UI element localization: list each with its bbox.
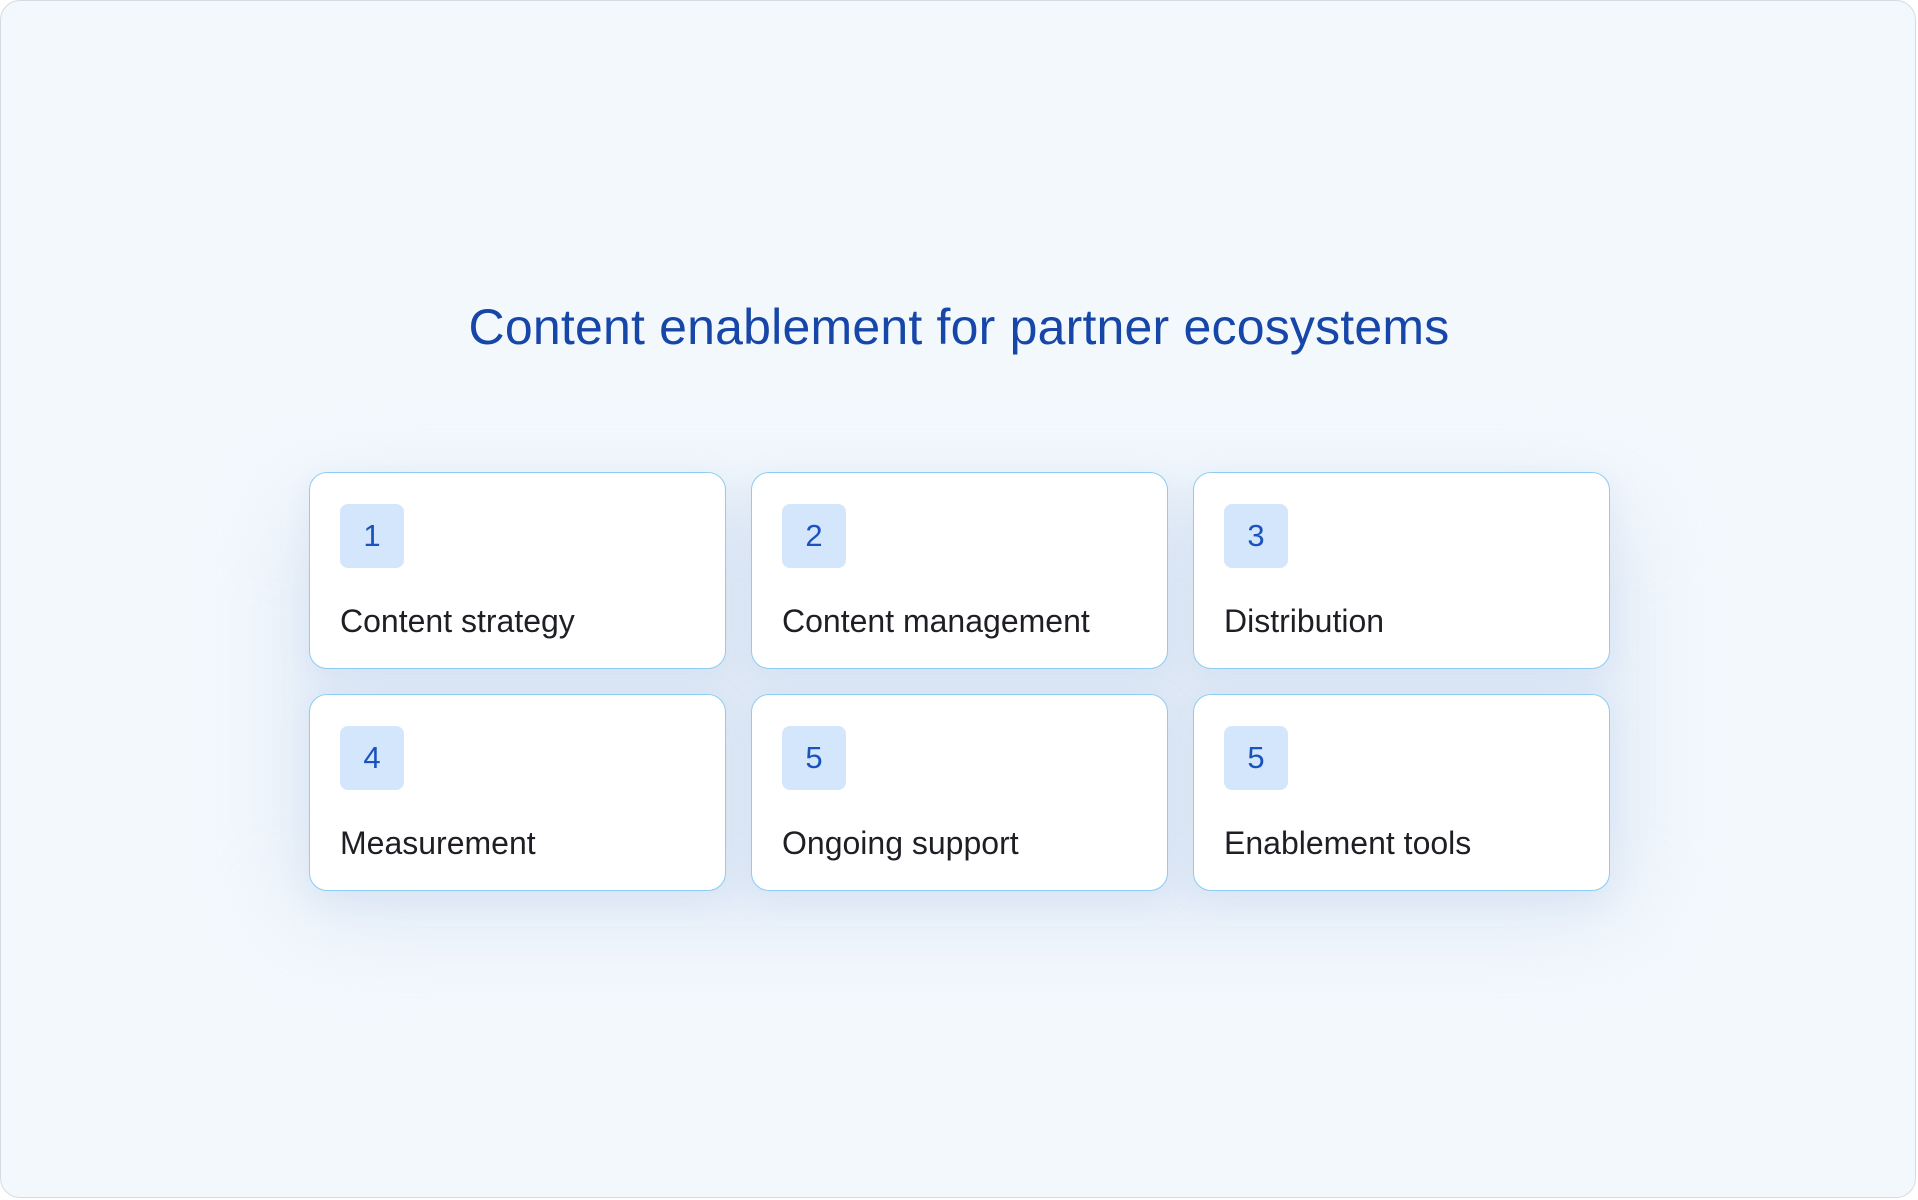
card-label: Content management: [782, 603, 1090, 639]
card-distribution: 3 Distribution: [1193, 472, 1610, 669]
page-title: Content enablement for partner ecosystem…: [468, 299, 1450, 355]
card-ongoing-support: 5 Ongoing support: [751, 694, 1168, 891]
slide-frame: Content enablement for partner ecosystem…: [0, 0, 1916, 1198]
card-number-badge: 4: [340, 726, 404, 790]
card-number-badge: 5: [782, 726, 846, 790]
card-content-strategy: 1 Content strategy: [309, 472, 726, 669]
card-label: Measurement: [340, 825, 536, 861]
card-content-management: 2 Content management: [751, 472, 1168, 669]
card-label: Ongoing support: [782, 825, 1019, 861]
card-measurement: 4 Measurement: [309, 694, 726, 891]
card-number-badge: 2: [782, 504, 846, 568]
card-number-badge: 1: [340, 504, 404, 568]
card-label: Distribution: [1224, 603, 1385, 639]
card-enablement-tools: 5 Enablement tools: [1193, 694, 1610, 891]
card-label: Content strategy: [340, 603, 575, 639]
cards-grid: 1 Content strategy 2 Content management …: [309, 472, 1610, 891]
card-number-badge: 5: [1224, 726, 1288, 790]
card-number-badge: 3: [1224, 504, 1288, 568]
card-label: Enablement tools: [1224, 825, 1472, 861]
